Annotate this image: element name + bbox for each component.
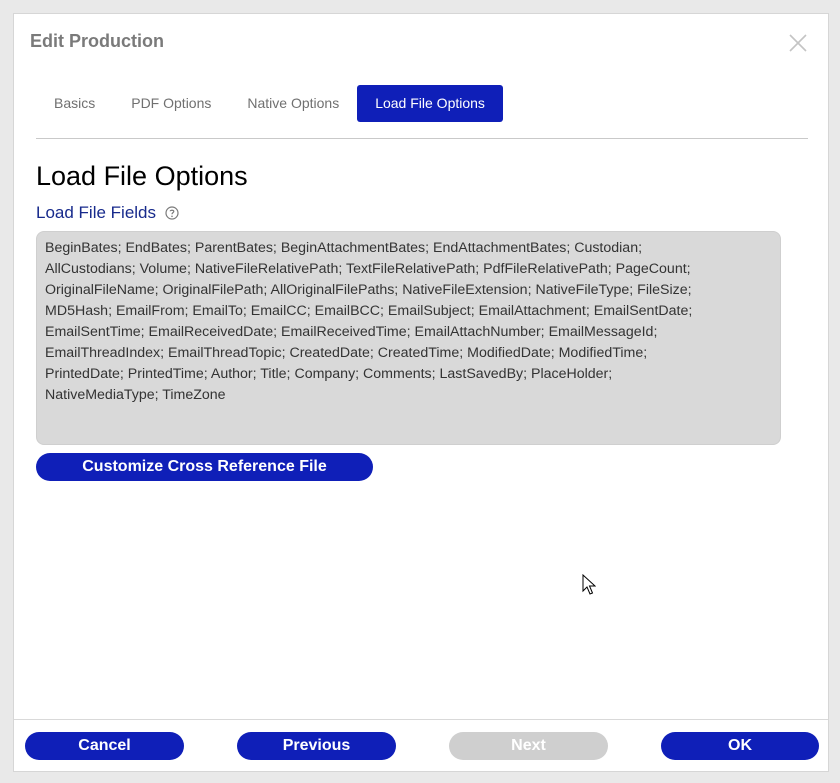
previous-button[interactable]: Previous	[237, 732, 396, 760]
cancel-button[interactable]: Cancel	[25, 732, 184, 760]
mouse-cursor-icon	[582, 574, 596, 595]
edit-production-dialog: Edit Production Basics PDF Options Nativ…	[13, 13, 829, 772]
section-label-text: Load File Fields	[36, 203, 157, 222]
customize-cross-reference-button[interactable]: Customize Cross Reference File	[36, 453, 373, 481]
load-file-fields-textarea[interactable]: BeginBates; EndBates; ParentBates; Begin…	[36, 231, 781, 445]
tab-pdf-options[interactable]: PDF Options	[113, 85, 229, 122]
page-title: Load File Options	[36, 161, 248, 191]
close-icon[interactable]	[786, 31, 810, 55]
load-file-fields-label: Load File Fields	[36, 203, 179, 223]
tab-bar: Basics PDF Options Native Options Load F…	[36, 85, 503, 122]
next-button[interactable]: Next	[449, 732, 608, 760]
dialog-title: Edit Production	[30, 31, 164, 51]
help-icon[interactable]	[165, 206, 179, 220]
tab-native-options[interactable]: Native Options	[229, 85, 357, 122]
footer-divider	[14, 719, 828, 720]
tab-divider	[36, 138, 808, 139]
tab-basics[interactable]: Basics	[36, 85, 113, 122]
tab-load-file-options[interactable]: Load File Options	[357, 85, 503, 122]
ok-button[interactable]: OK	[661, 732, 819, 760]
